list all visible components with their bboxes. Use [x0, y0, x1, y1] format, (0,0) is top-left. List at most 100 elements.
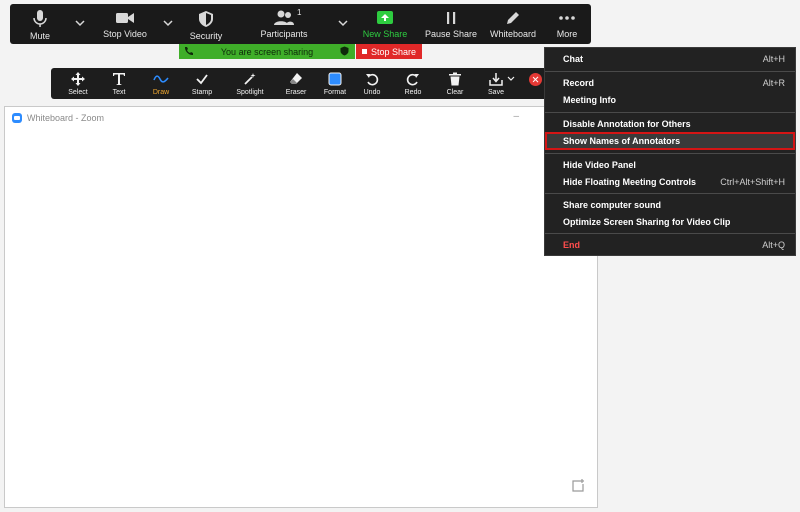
screen-sharing-banner[interactable]: You are screen sharing: [179, 44, 355, 59]
save-download-icon: [489, 73, 503, 86]
new-page-icon[interactable]: [571, 479, 585, 493]
color-swatch-icon: [328, 72, 342, 86]
menu-divider: [545, 112, 795, 113]
menu-item-show-annotator-names[interactable]: Show Names of Annotators: [545, 132, 795, 150]
pen-icon: [507, 12, 519, 24]
stamp-tool[interactable]: Stamp: [189, 68, 215, 99]
eraser-icon: [290, 73, 302, 84]
chevron-down-icon[interactable]: [74, 17, 86, 29]
clear-tool[interactable]: Clear: [443, 68, 467, 99]
menu-item-shortcut: Alt+R: [762, 77, 785, 88]
undo-tool[interactable]: Undo: [360, 68, 384, 99]
menu-item-hide-video-panel[interactable]: Hide Video Panel: [545, 156, 795, 173]
stop-video-label: Stop Video: [103, 29, 147, 39]
whiteboard-label: Whiteboard: [489, 29, 537, 39]
stop-square-icon: [361, 49, 367, 54]
menu-item-label: Chat: [563, 53, 583, 64]
stop-video-button[interactable]: Stop Video: [101, 4, 149, 44]
chevron-down-icon[interactable]: [337, 17, 349, 29]
save-label: Save: [488, 89, 504, 96]
text-t-icon: [113, 73, 125, 85]
mute-label: Mute: [29, 31, 50, 41]
shield-icon: [199, 11, 213, 27]
menu-item-label: Record: [563, 77, 595, 88]
save-tool[interactable]: Save: [484, 68, 508, 99]
menu-item-label: Show Names of Annotators: [563, 136, 681, 146]
stop-share-button[interactable]: Stop Share: [356, 44, 422, 59]
menu-item-label: Hide Video Panel: [563, 159, 636, 170]
participants-button[interactable]: Participants: [256, 4, 312, 44]
menu-item-share-computer-sound[interactable]: Share computer sound: [545, 196, 795, 213]
pause-icon: [447, 12, 456, 24]
pause-share-label: Pause Share: [424, 29, 478, 39]
security-label: Security: [189, 31, 223, 41]
menu-item-label: End: [563, 239, 580, 250]
participants-icon: [274, 10, 294, 25]
menu-divider: [545, 193, 795, 194]
shield-icon: [340, 46, 349, 56]
draw-tool[interactable]: Draw: [148, 68, 174, 99]
menu-item-shortcut: Ctrl+Alt+Shift+H: [720, 176, 785, 187]
menu-divider: [545, 233, 795, 234]
redo-icon: [406, 73, 419, 86]
redo-tool[interactable]: Redo: [401, 68, 425, 99]
whiteboard-window: Whiteboard - Zoom –: [4, 106, 598, 508]
annotation-toolbar: Select Text Draw Stamp Spotlight Eraser …: [51, 68, 554, 99]
share-screen-icon: [377, 11, 393, 24]
menu-item-shortcut: Alt+H: [762, 53, 785, 64]
select-tool[interactable]: Select: [65, 68, 91, 99]
more-dropdown-menu: Chat Alt+H Record Alt+R Meeting Info Dis…: [544, 47, 796, 256]
menu-item-label: Disable Annotation for Others: [563, 118, 691, 129]
menu-item-meeting-info[interactable]: Meeting Info: [545, 91, 795, 108]
menu-item-chat[interactable]: Chat Alt+H: [545, 50, 795, 67]
select-label: Select: [68, 89, 88, 96]
chevron-down-icon[interactable]: [507, 74, 515, 82]
new-share-label: New Share: [362, 29, 408, 39]
pause-share-button[interactable]: Pause Share: [424, 4, 478, 44]
sharing-status-text: You are screen sharing: [220, 46, 314, 57]
security-button[interactable]: Security: [188, 4, 224, 44]
stop-share-label: Stop Share: [370, 46, 417, 57]
menu-item-disable-annotation[interactable]: Disable Annotation for Others: [545, 115, 795, 132]
microphone-icon: [33, 10, 47, 27]
menu-item-label: Meeting Info: [563, 94, 616, 105]
eraser-tool[interactable]: Eraser: [283, 68, 309, 99]
mute-button[interactable]: Mute: [24, 4, 56, 44]
stamp-label: Stamp: [191, 89, 213, 96]
menu-divider: [545, 71, 795, 72]
undo-label: Undo: [363, 89, 381, 96]
redo-label: Redo: [404, 89, 422, 96]
move-arrows-icon: [71, 72, 85, 86]
menu-item-optimize-video-clip[interactable]: Optimize Screen Sharing for Video Clip: [545, 213, 795, 230]
menu-item-end[interactable]: End Alt+Q: [545, 236, 795, 253]
menu-item-label: Share computer sound: [563, 199, 662, 210]
video-camera-icon: [116, 13, 134, 23]
more-button[interactable]: More: [554, 4, 580, 44]
format-label: Format: [323, 89, 347, 96]
whiteboard-button[interactable]: Whiteboard: [489, 4, 537, 44]
participants-label: Participants: [260, 29, 308, 39]
chevron-down-icon[interactable]: [162, 17, 174, 29]
menu-item-record[interactable]: Record Alt+R: [545, 74, 795, 91]
new-share-button[interactable]: New Share: [362, 4, 408, 44]
squiggle-line-icon: [153, 75, 169, 83]
participants-count: 1: [297, 8, 302, 17]
undo-icon: [366, 73, 379, 86]
spotlight-tool[interactable]: Spotlight: [232, 68, 268, 99]
text-label: Text: [112, 89, 126, 96]
meeting-toolbar: Mute Stop Video Security Participants 1 …: [10, 4, 591, 44]
more-dots-icon: [559, 16, 575, 20]
text-tool[interactable]: Text: [107, 68, 131, 99]
whiteboard-titlebar[interactable]: Whiteboard - Zoom –: [5, 107, 597, 129]
menu-item-hide-floating-controls[interactable]: Hide Floating Meeting Controls Ctrl+Alt+…: [545, 173, 795, 190]
minimize-button[interactable]: –: [513, 111, 519, 122]
eraser-label: Eraser: [285, 89, 307, 96]
menu-item-label: Optimize Screen Sharing for Video Clip: [563, 216, 731, 227]
draw-label: Draw: [152, 89, 170, 96]
menu-item-label: Hide Floating Meeting Controls: [563, 176, 696, 187]
zoom-logo-icon: [12, 113, 22, 123]
format-tool[interactable]: Format: [321, 68, 349, 99]
whiteboard-canvas[interactable]: [5, 129, 597, 507]
close-annotation-icon[interactable]: [529, 73, 542, 86]
clear-label: Clear: [446, 89, 464, 96]
